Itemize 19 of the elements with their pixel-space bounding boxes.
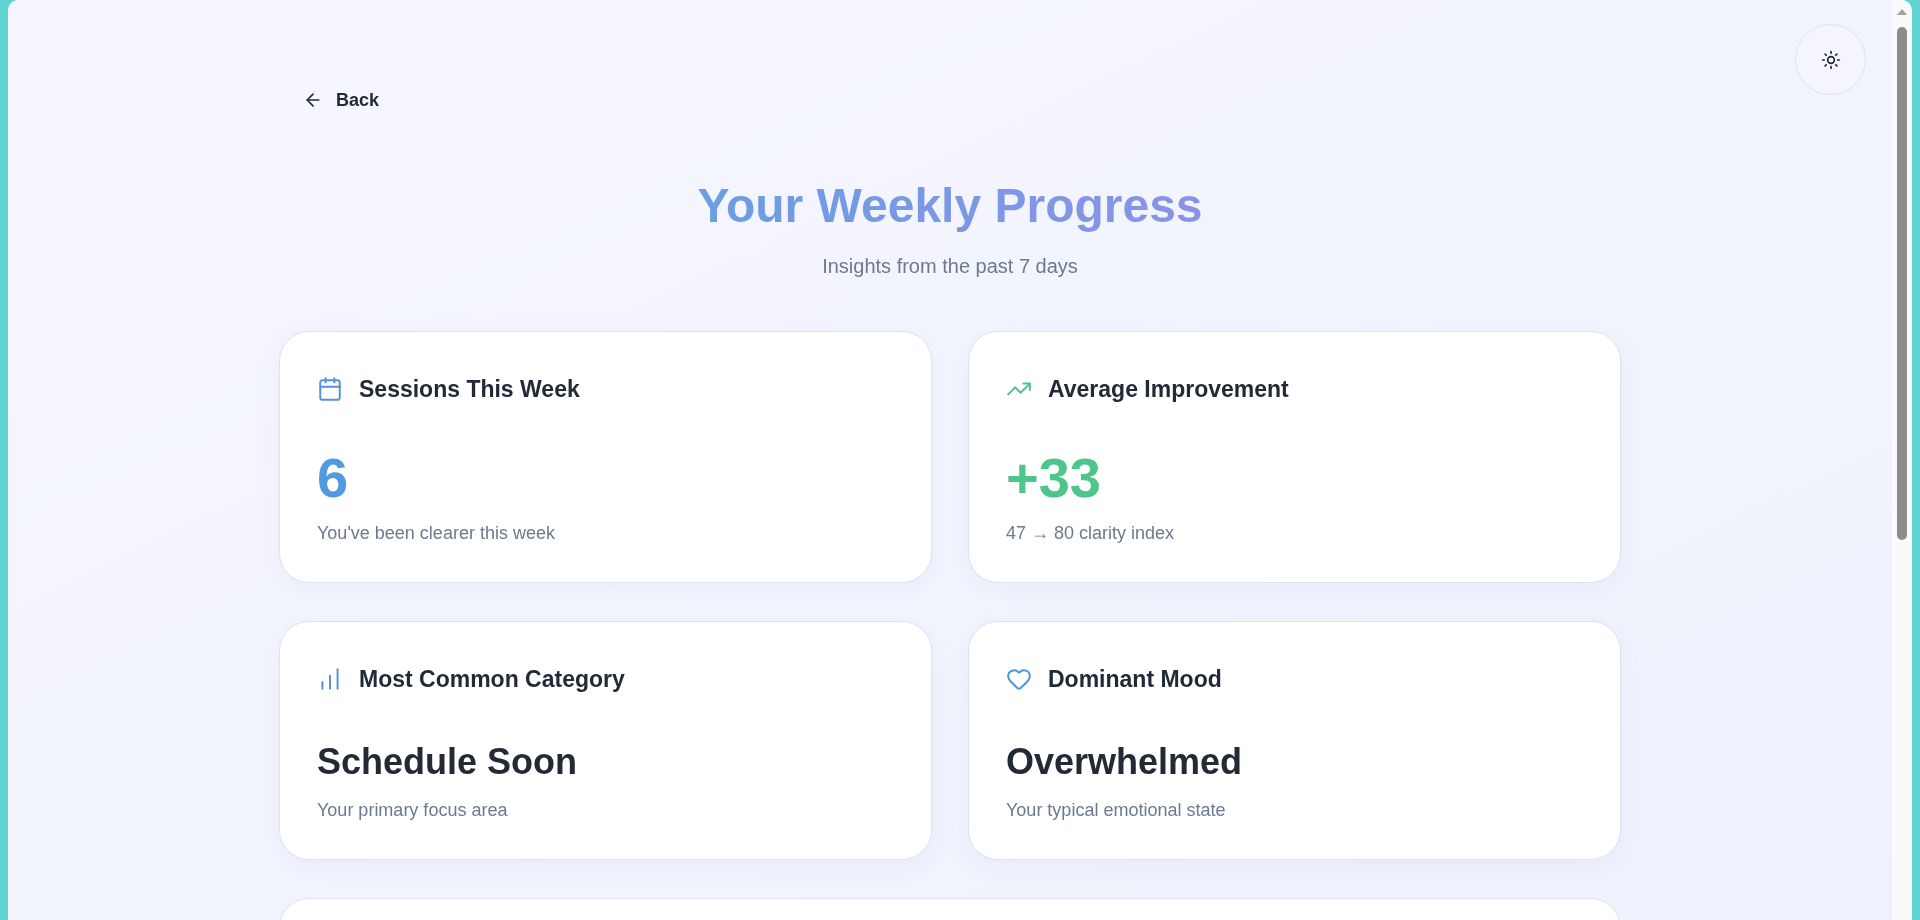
card-title: Dominant Mood: [1048, 664, 1222, 694]
stat-value: 6: [317, 450, 349, 506]
sun-icon: [1820, 49, 1841, 70]
stat-caption: Your typical emotional state: [1006, 799, 1226, 822]
scrollbar-thumb[interactable]: [1897, 27, 1907, 540]
back-button[interactable]: Back: [279, 80, 404, 120]
stat-caption: You've been clearer this week: [317, 522, 555, 545]
stat-value: Overwhelmed: [1006, 740, 1243, 783]
page-subtitle: Insights from the past 7 days: [822, 254, 1078, 279]
card-title: Average Improvement: [1048, 374, 1289, 404]
stat-value: Schedule Soon: [317, 740, 578, 783]
calendar-icon: [317, 376, 343, 402]
stat-caption: 47 → 80 clarity index: [1006, 522, 1175, 545]
card-title: Sessions This Week: [359, 374, 580, 404]
card-title: Most Common Category: [359, 664, 625, 694]
heart-icon: [1006, 666, 1032, 692]
scroll-up-icon[interactable]: [1897, 9, 1907, 15]
stat-caption: Your primary focus area: [317, 799, 508, 822]
stat-value: +33: [1006, 450, 1101, 506]
